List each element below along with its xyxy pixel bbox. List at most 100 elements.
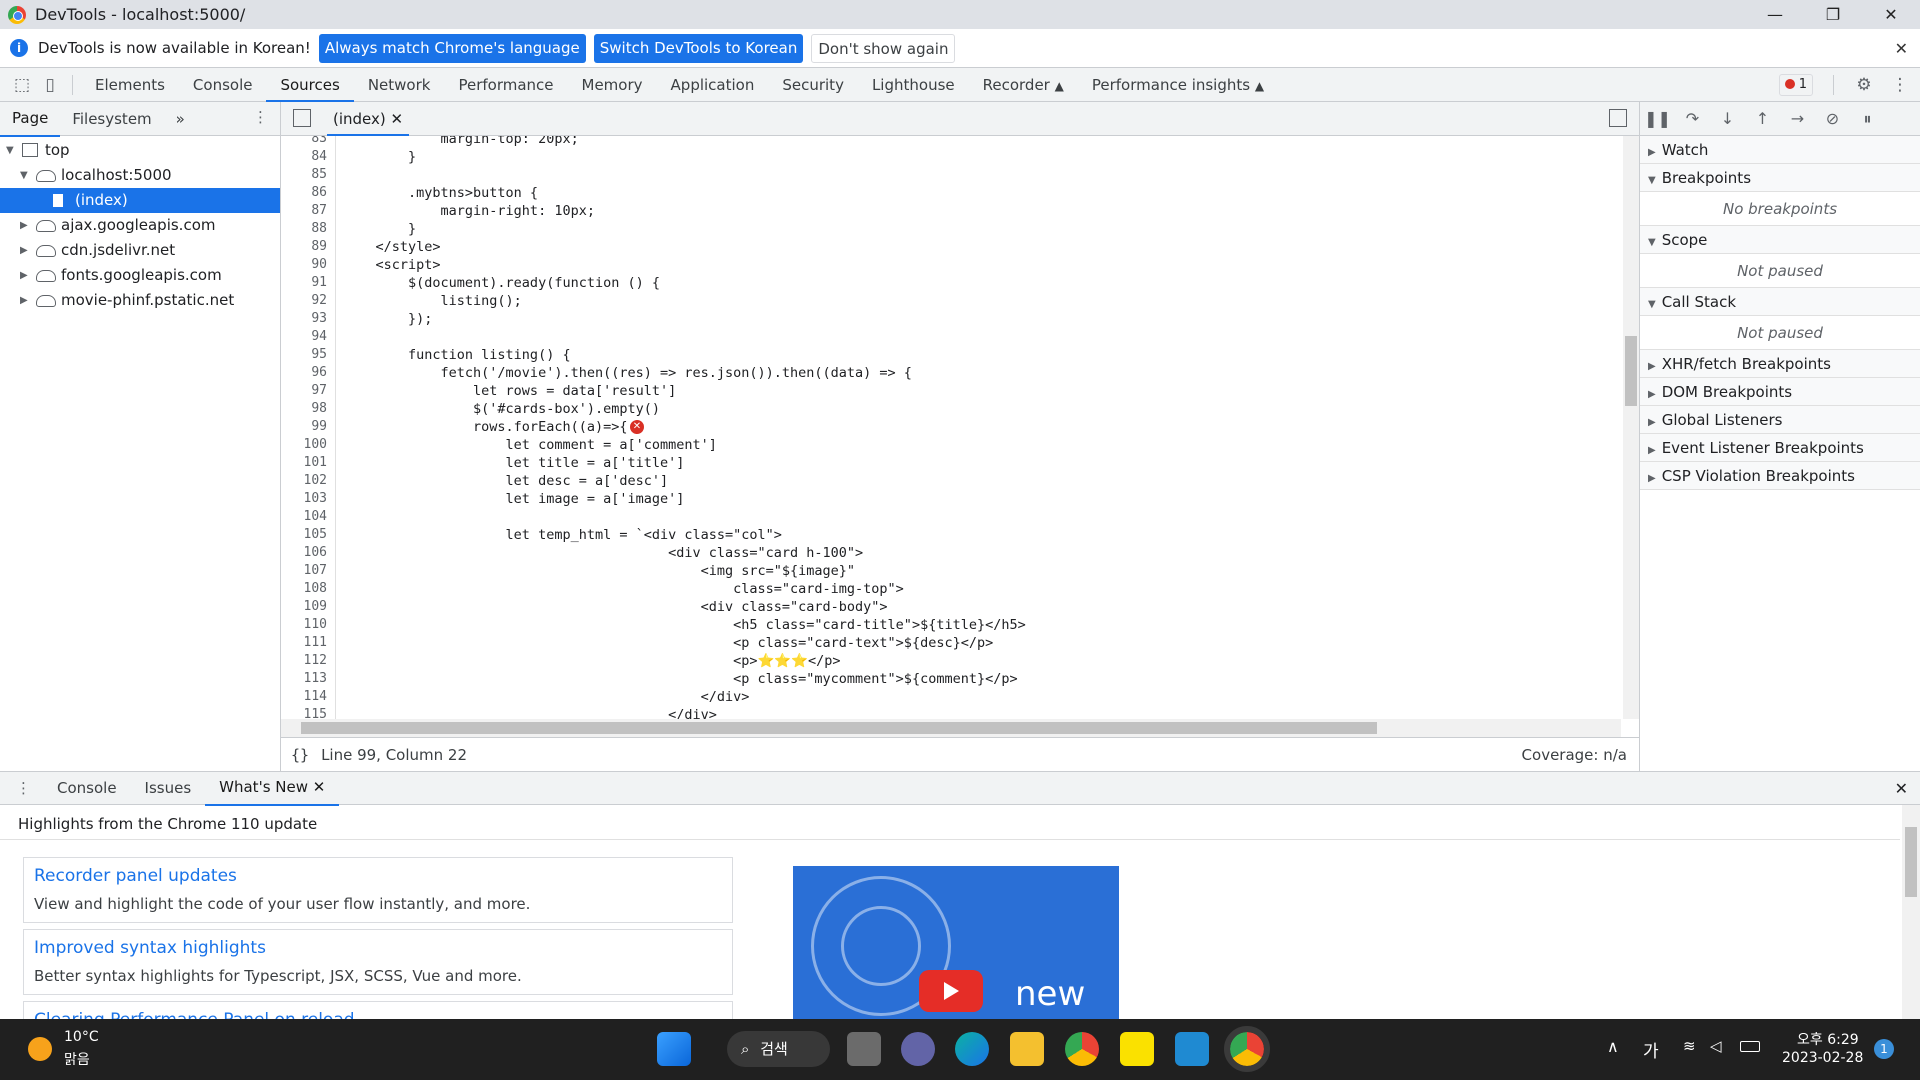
- code-line[interactable]: 104: [281, 508, 1621, 526]
- tab-performance[interactable]: Performance: [444, 68, 567, 102]
- debugger-section-header[interactable]: ▶ XHR/fetch Breakpoints: [1640, 350, 1920, 378]
- line-number[interactable]: 88: [281, 220, 327, 238]
- pause-icon[interactable]: ❚❚: [1640, 109, 1675, 128]
- code-line[interactable]: 100 let comment = a['comment']: [281, 436, 1621, 454]
- line-number[interactable]: 92: [281, 292, 327, 310]
- code-line[interactable]: 115 </div>: [281, 706, 1621, 719]
- code-line[interactable]: 90 <script>: [281, 256, 1621, 274]
- drawer-tab-issues[interactable]: Issues: [131, 772, 206, 805]
- chrome-devtools-active-icon[interactable]: [1224, 1026, 1270, 1072]
- tab-console[interactable]: Console: [179, 68, 267, 102]
- line-number[interactable]: 99: [281, 418, 327, 436]
- error-count-badge[interactable]: 1: [1778, 74, 1813, 96]
- line-number[interactable]: 108: [281, 580, 327, 598]
- tree-item-top[interactable]: ▼ top: [0, 138, 280, 163]
- scrollbar-thumb[interactable]: [1625, 336, 1637, 406]
- code-line[interactable]: 97 let rows = data['result']: [281, 382, 1621, 400]
- debugger-section-header[interactable]: ▶ CSP Violation Breakpoints: [1640, 462, 1920, 490]
- drawer-scrollbar[interactable]: [1902, 805, 1920, 1020]
- line-number[interactable]: 97: [281, 382, 327, 400]
- close-tab-icon[interactable]: ✕: [313, 778, 326, 796]
- close-drawer-icon[interactable]: ✕: [1895, 779, 1908, 798]
- debugger-section-header[interactable]: ▼ Call Stack: [1640, 288, 1920, 316]
- tab-lighthouse[interactable]: Lighthouse: [858, 68, 969, 102]
- code-line[interactable]: 110 <h5 class="card-title">${title}</h5>: [281, 616, 1621, 634]
- close-infobar-icon[interactable]: ✕: [1895, 39, 1908, 58]
- line-number[interactable]: 94: [281, 328, 327, 346]
- toggle-navigator-icon[interactable]: [293, 109, 311, 127]
- clock-date[interactable]: 2023-02-28: [1782, 1050, 1863, 1066]
- ime-indicator[interactable]: 가: [1643, 1037, 1659, 1062]
- code-line[interactable]: 98 $('#cards-box').empty(): [281, 400, 1621, 418]
- code-line[interactable]: 85: [281, 166, 1621, 184]
- step-icon[interactable]: →: [1780, 109, 1815, 128]
- drawer-tab-whats-new[interactable]: What's New ✕: [205, 771, 340, 806]
- code-line[interactable]: 105 let temp_html = `<div class="col">: [281, 526, 1621, 544]
- pretty-print-icon[interactable]: {}: [291, 746, 309, 764]
- code-line[interactable]: 93 });: [281, 310, 1621, 328]
- code-line[interactable]: 91 $(document).ready(function () {: [281, 274, 1621, 292]
- tab-memory[interactable]: Memory: [568, 68, 657, 102]
- code-line[interactable]: 87 margin-right: 10px;: [281, 202, 1621, 220]
- maximize-button[interactable]: ❐: [1804, 0, 1862, 29]
- line-number[interactable]: 98: [281, 400, 327, 418]
- code-line[interactable]: 95 function listing() {: [281, 346, 1621, 364]
- video-thumbnail[interactable]: new: [793, 866, 1119, 1020]
- horizontal-scrollbar[interactable]: [281, 719, 1621, 737]
- line-number[interactable]: 110: [281, 616, 327, 634]
- toggle-debugger-icon[interactable]: [1609, 109, 1627, 127]
- debugger-section-header[interactable]: ▶ Watch: [1640, 136, 1920, 164]
- navigator-menu-icon[interactable]: ⋮: [253, 108, 268, 126]
- clock-time[interactable]: 오후 6:29: [1797, 1029, 1859, 1049]
- line-number[interactable]: 109: [281, 598, 327, 616]
- teams-chat-icon[interactable]: [901, 1032, 935, 1066]
- debugger-section-header[interactable]: ▼ Scope: [1640, 226, 1920, 254]
- code-area[interactable]: 83 margin-top: 20px; 84 } 85 86 .mybtns>but…: [281, 136, 1621, 719]
- code-line[interactable]: 102 let desc = a['desc']: [281, 472, 1621, 490]
- wifi-icon[interactable]: ≋: [1683, 1037, 1696, 1055]
- tree-item-index[interactable]: (index): [0, 188, 280, 213]
- line-number[interactable]: 114: [281, 688, 327, 706]
- tree-item-domain[interactable]: ▶ movie-phinf.pstatic.net: [0, 288, 280, 313]
- vscode-icon[interactable]: [1175, 1032, 1209, 1066]
- kakaotalk-icon[interactable]: [1120, 1032, 1154, 1066]
- tab-elements[interactable]: Elements: [81, 68, 179, 102]
- line-number[interactable]: 84: [281, 148, 327, 166]
- battery-icon[interactable]: [1740, 1041, 1760, 1052]
- more-options-icon[interactable]: ⋮: [1886, 71, 1914, 99]
- card-title-link[interactable]: Improved syntax highlights: [34, 938, 266, 958]
- debugger-section-header[interactable]: ▶ Event Listener Breakpoints: [1640, 434, 1920, 462]
- switch-korean-button[interactable]: Switch DevTools to Korean: [593, 33, 804, 63]
- tree-item-localhost[interactable]: ▼ localhost:5000: [0, 163, 280, 188]
- line-number[interactable]: 93: [281, 310, 327, 328]
- drawer-tab-console[interactable]: Console: [43, 772, 131, 805]
- pause-on-exceptions-icon[interactable]: ⏸: [1850, 109, 1885, 129]
- code-line[interactable]: 106 <div class="card h-100">: [281, 544, 1621, 562]
- line-number[interactable]: 87: [281, 202, 327, 220]
- code-line[interactable]: 89 </style>: [281, 238, 1621, 256]
- step-over-icon[interactable]: ↷: [1675, 109, 1710, 128]
- line-number[interactable]: 96: [281, 364, 327, 382]
- dont-show-again-button[interactable]: Don't show again: [811, 33, 956, 63]
- scrollbar-thumb[interactable]: [1905, 827, 1917, 897]
- code-line[interactable]: 113 <p class="mycomment">${comment}</p>: [281, 670, 1621, 688]
- code-line[interactable]: 111 <p class="card-text">${desc}</p>: [281, 634, 1621, 652]
- code-line[interactable]: 84 }: [281, 148, 1621, 166]
- more-tabs-chevron-icon[interactable]: »: [164, 102, 197, 136]
- whats-new-card[interactable]: Recorder panel updates View and highligh…: [23, 857, 733, 923]
- code-line[interactable]: 88 }: [281, 220, 1621, 238]
- line-number[interactable]: 100: [281, 436, 327, 454]
- debugger-section-header[interactable]: ▼ Breakpoints: [1640, 164, 1920, 192]
- code-line[interactable]: 108 class="card-img-top">: [281, 580, 1621, 598]
- card-title-link[interactable]: Recorder panel updates: [34, 866, 237, 886]
- line-number[interactable]: 90: [281, 256, 327, 274]
- debugger-section-header[interactable]: ▶ DOM Breakpoints: [1640, 378, 1920, 406]
- line-number[interactable]: 85: [281, 166, 327, 184]
- tree-item-domain[interactable]: ▶ fonts.googleapis.com: [0, 263, 280, 288]
- step-into-icon[interactable]: ↓: [1710, 109, 1745, 128]
- tab-network[interactable]: Network: [354, 68, 445, 102]
- volume-icon[interactable]: ◁: [1710, 1037, 1722, 1055]
- line-number[interactable]: 83: [281, 136, 327, 148]
- code-line[interactable]: 96 fetch('/movie').then((res) => res.jso…: [281, 364, 1621, 382]
- code-line[interactable]: 92 listing();: [281, 292, 1621, 310]
